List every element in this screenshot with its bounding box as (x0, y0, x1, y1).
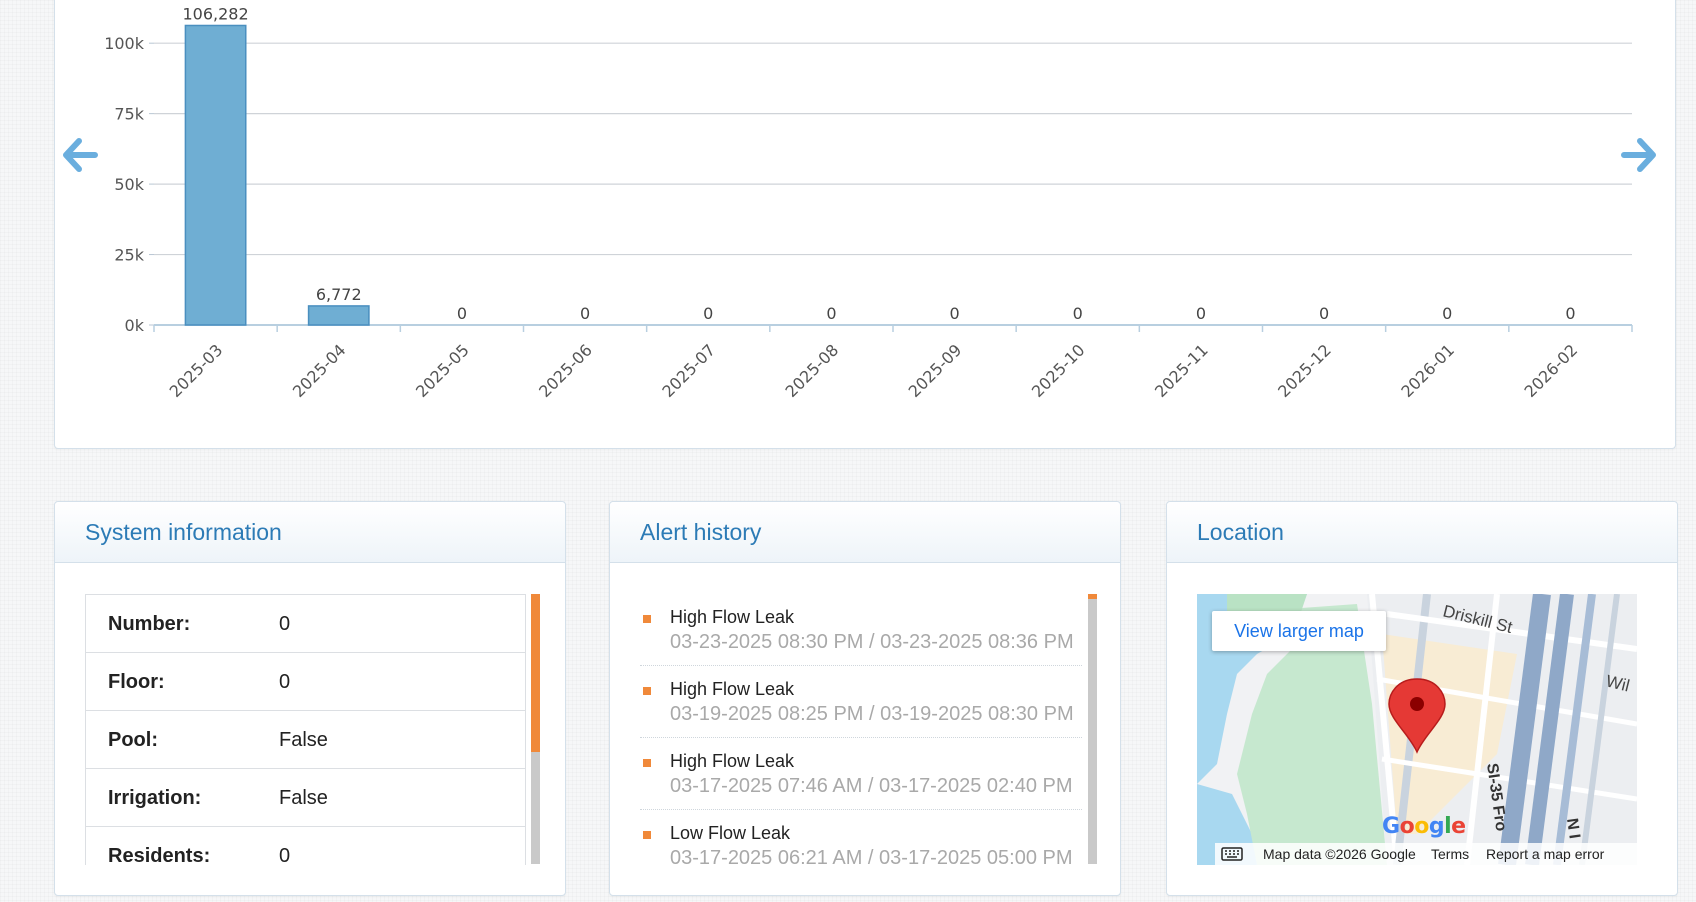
system-info-table[interactable]: Number: 0 Floor: 0 Pool: False Irrigatio… (85, 594, 526, 865)
table-row: Number: 0 (86, 595, 525, 653)
list-item[interactable]: Low Flow Leak 03-17-2025 06:21 AM / 03-1… (640, 810, 1082, 864)
list-item[interactable]: High Flow Leak 03-23-2025 08:30 PM / 03-… (640, 594, 1082, 666)
data-label: 0 (1073, 304, 1083, 323)
map-attribution-bar: Map data ©2026 Google Terms Report a map… (1215, 843, 1637, 865)
data-label: 6,772 (316, 285, 362, 304)
arrow-left-icon[interactable] (62, 138, 98, 177)
bar[interactable] (307, 305, 370, 326)
panel-header: Location (1167, 502, 1677, 563)
alert-name: High Flow Leak (670, 607, 795, 627)
map-data-text: Map data ©2026 Google (1263, 846, 1416, 862)
data-label: 0 (1565, 304, 1575, 323)
bullet-icon (643, 831, 651, 839)
map-embed[interactable]: Driskill St Wil SI-35 Fro N I View large… (1197, 594, 1637, 865)
usage-chart-card: 0k 25k 50k 75k 100k 106,282 2025-03 6,772 2025-0… (54, 0, 1676, 449)
scrollbar[interactable] (531, 594, 540, 864)
alert-time: 03-17-2025 06:21 AM / 03-17-2025 05:00 P… (670, 847, 1073, 864)
usage-bar-chart: 0k 25k 50k 75k 100k 106,282 2025-03 6,772 2025-0… (104, 4, 1633, 401)
google-logo: Google (1382, 814, 1466, 839)
bullet-icon (643, 759, 651, 767)
row-label: Floor: (108, 671, 165, 693)
y-tick-label: 75k (114, 105, 144, 124)
x-tick-label: 2025-05 (412, 340, 473, 401)
panel-header: System information (55, 502, 565, 563)
y-tick-label: 50k (114, 175, 144, 194)
x-tick-label: 2025-09 (905, 340, 966, 401)
y-tick-label: 0k (125, 316, 145, 335)
alert-time: 03-23-2025 08:30 PM / 03-23-2025 08:36 P… (670, 631, 1074, 653)
row-value: 0 (279, 671, 291, 693)
row-value: 0 (279, 613, 291, 635)
x-tick-label: 2025-03 (166, 340, 227, 401)
row-value: False (279, 787, 328, 809)
data-label: 0 (580, 304, 590, 323)
scrollbar-thumb[interactable] (1088, 594, 1097, 599)
scrollbar[interactable] (1088, 594, 1097, 864)
x-tick-label: 2025-11 (1151, 340, 1212, 401)
panel-title: Alert history (640, 519, 762, 545)
report-map-error-link[interactable]: Report a map error (1486, 846, 1604, 862)
x-tick-label: 2025-10 (1028, 340, 1089, 401)
data-label: 0 (457, 304, 467, 323)
panel-header: Alert history (610, 502, 1120, 563)
x-tick-label: 2026-02 (1521, 340, 1582, 401)
bullet-icon (643, 615, 651, 623)
bullet-icon (643, 687, 651, 695)
terms-link[interactable]: Terms (1431, 846, 1469, 862)
row-value: 0 (279, 845, 291, 865)
table-row: Floor: 0 (86, 653, 525, 711)
location-panel: Location Driskill St Wil SI-35 Fro N I V… (1166, 501, 1678, 896)
alert-name: High Flow Leak (670, 751, 795, 771)
table-row: Pool: False (86, 711, 525, 769)
x-tick-label: 2025-08 (782, 340, 843, 401)
panel-title: System information (85, 519, 282, 545)
system-information-panel: System information Number: 0 Floor: 0 Po… (54, 501, 566, 896)
alert-time: 03-17-2025 07:46 AM / 03-17-2025 02:40 P… (670, 775, 1073, 797)
arrow-right-icon[interactable] (1621, 138, 1657, 177)
x-tick-label: 2025-07 (658, 340, 719, 401)
data-label: 0 (1442, 304, 1452, 323)
row-label: Number: (108, 613, 191, 635)
y-tick-label: 25k (114, 246, 144, 265)
alert-name: High Flow Leak (670, 679, 795, 699)
data-label: 0 (703, 304, 713, 323)
scrollbar-thumb[interactable] (531, 594, 540, 752)
keyboard-icon[interactable] (1221, 847, 1243, 864)
x-tick-label: 2025-04 (289, 340, 350, 401)
list-item[interactable]: High Flow Leak 03-17-2025 07:46 AM / 03-… (640, 738, 1082, 810)
x-tick-label: 2026-01 (1397, 340, 1458, 401)
x-tick-label: 2025-12 (1274, 340, 1335, 401)
street-label: N I (1563, 817, 1583, 840)
row-label: Irrigation: (108, 787, 202, 809)
data-label: 0 (1196, 304, 1206, 323)
bar[interactable] (184, 24, 247, 326)
alert-list[interactable]: High Flow Leak 03-23-2025 08:30 PM / 03-… (640, 594, 1082, 864)
panel-title: Location (1197, 519, 1284, 545)
data-label: 0 (1319, 304, 1329, 323)
data-label: 0 (949, 304, 959, 323)
alert-history-panel: Alert history High Flow Leak 03-23-2025 … (609, 501, 1121, 896)
table-row: Residents: 0 (86, 827, 525, 865)
alert-time: 03-19-2025 08:25 PM / 03-19-2025 08:30 P… (670, 703, 1074, 725)
row-label: Pool: (108, 729, 158, 751)
data-label: 106,282 (182, 4, 248, 23)
y-tick-label: 100k (104, 34, 145, 53)
row-label: Residents: (108, 845, 211, 865)
data-label: 0 (826, 304, 836, 323)
alert-name: Low Flow Leak (670, 823, 791, 843)
table-row: Irrigation: False (86, 769, 525, 827)
view-larger-map-link[interactable]: View larger map (1212, 611, 1386, 651)
row-value: False (279, 729, 328, 751)
list-item[interactable]: High Flow Leak 03-19-2025 08:25 PM / 03-… (640, 666, 1082, 738)
x-tick-label: 2025-06 (535, 340, 596, 401)
